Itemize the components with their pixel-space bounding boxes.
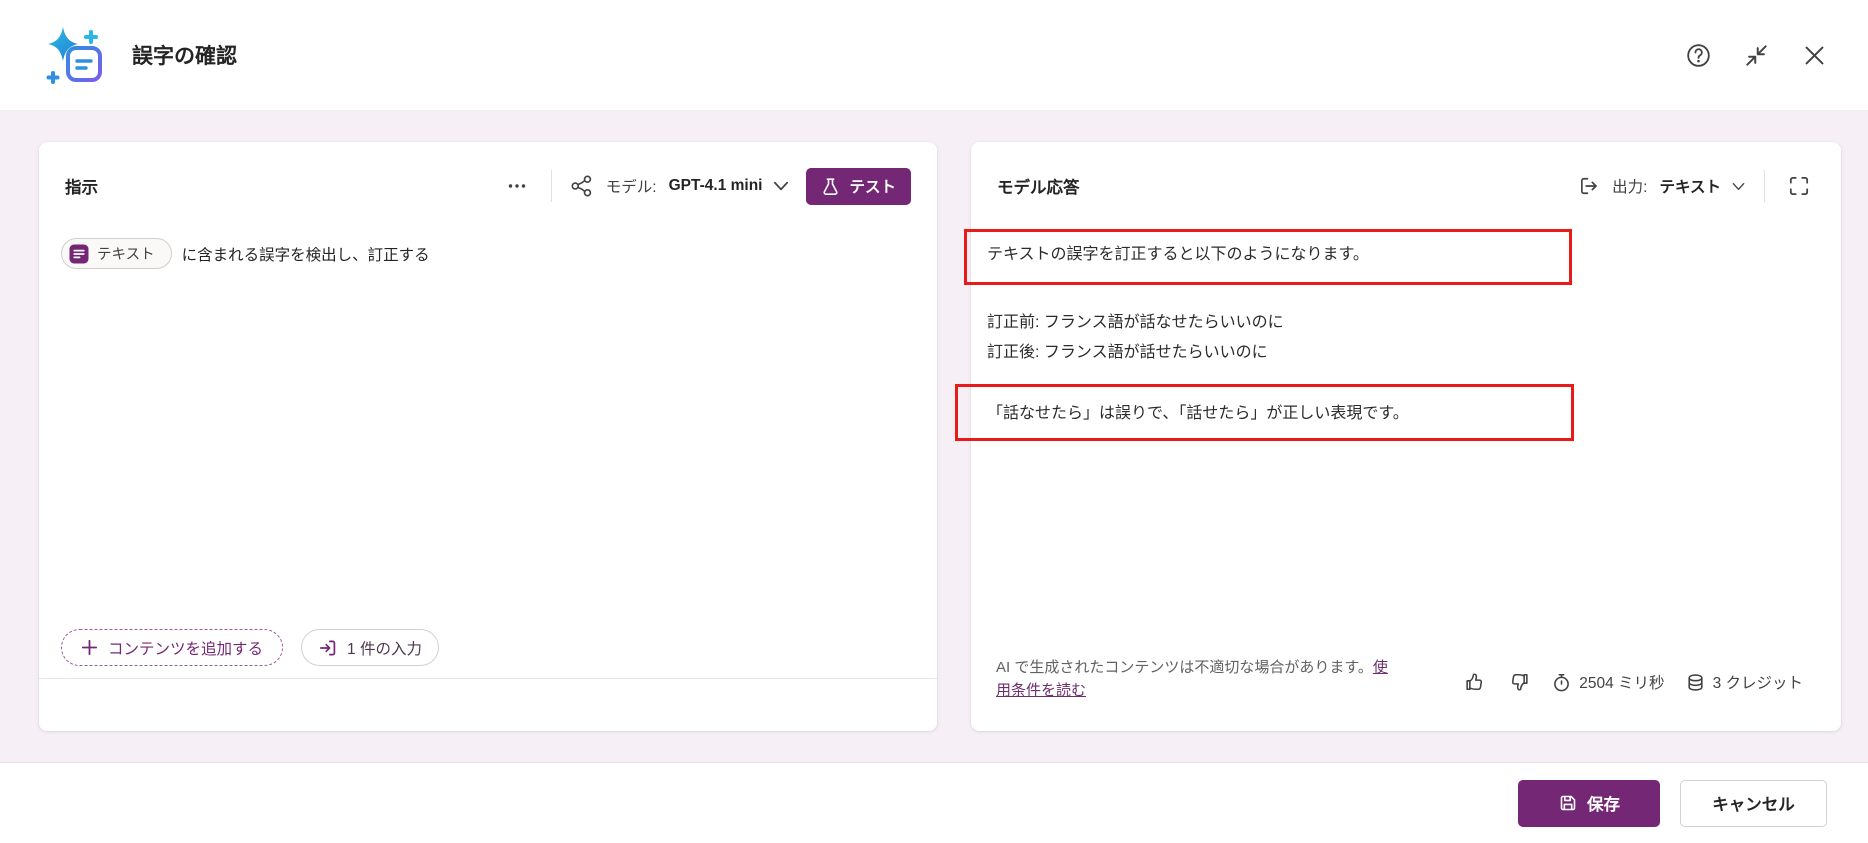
close-icon [1801,42,1828,69]
cancel-button[interactable]: キャンセル [1680,780,1827,827]
output-label: 出力: [1612,175,1647,197]
cancel-label: キャンセル [1712,796,1795,814]
collapse-icon [1743,42,1770,69]
instructions-panel: 指示 [39,142,937,731]
input-arrow-icon [318,638,338,658]
close-button[interactable] [1798,39,1830,71]
model-selector[interactable]: GPT-4.1 mini [669,177,791,195]
dialog-footer: 保存 キャンセル [0,762,1868,843]
chevron-down-icon [1731,179,1746,194]
model-value: GPT-4.1 mini [669,177,763,195]
thumbs-up-button[interactable] [1463,670,1487,694]
credits-value: 3 クレジット [1713,671,1803,693]
thumbs-up-icon [1464,671,1486,693]
more-icon [506,175,528,197]
model-flow-icon [570,174,594,198]
thumbs-down-icon [1508,671,1530,693]
response-header: モデル応答 出力: テキスト [971,142,1841,204]
response-stats: 2504 ミリ秒 3 クレジット [1463,670,1803,694]
model-label: モデル: [606,175,657,197]
divider [551,170,552,202]
disclaimer-text: AI で生成されたコンテンツは不適切な場合があります。 [996,659,1373,676]
text-document-icon [69,244,89,264]
stopwatch-icon [1551,672,1572,693]
dialog-title: 誤字の確認 [132,40,237,70]
instructions-header: 指示 [39,142,937,204]
flask-icon [821,177,840,196]
output-type-selector[interactable]: テキスト [1659,175,1746,197]
instructions-toolbar: コンテンツを追加する 1 件の入力 [61,629,439,666]
help-icon [1685,42,1712,69]
instructions-title: 指示 [65,174,98,198]
save-button[interactable]: 保存 [1518,780,1660,827]
output-icon [1578,175,1600,197]
divider [1764,170,1765,202]
token-label: テキスト [97,243,155,264]
credits-stat: 3 クレジット [1685,671,1803,693]
test-button-label: テスト [849,175,896,197]
model-response-panel: モデル応答 出力: テキスト [971,142,1841,731]
divider [39,678,937,679]
help-button[interactable] [1682,39,1714,71]
more-options-button[interactable] [501,170,533,202]
plus-icon [81,639,98,656]
output-value: テキスト [1659,175,1721,197]
prompt-text[interactable]: に含まれる誤字を検出し、訂正する [182,243,430,265]
prompt-builder-dialog: 誤字の確認 [0,0,1868,843]
dialog-header: 誤字の確認 [0,0,1868,110]
test-button[interactable]: テスト [806,168,911,205]
response-explanation: 「話なせたら」は誤りで、「話せたら」が正しい表現です。 [987,399,1821,423]
input-count-button[interactable]: 1 件の入力 [301,629,439,666]
ai-disclaimer: AI で生成されたコンテンツは不適切な場合があります。使用条件を読む [996,656,1390,702]
response-after: 訂正後: フランス語が話せたらいいのに [987,338,1821,362]
ai-prompt-icon [44,24,106,86]
response-intro: テキストの誤字を訂正すると以下のようになります。 [987,240,1821,264]
save-icon [1558,793,1578,813]
input-count-label: 1 件の入力 [347,637,422,659]
add-content-label: コンテンツを追加する [108,637,263,659]
titlebar-actions [1682,39,1830,71]
latency-stat: 2504 ミリ秒 [1551,671,1664,693]
prompt-editor[interactable]: テキスト に含まれる誤字を検出し、訂正する [61,238,911,269]
expand-icon [1787,174,1811,198]
response-before: 訂正前: フランス語が話なせたらいいのに [987,308,1821,332]
expand-button[interactable] [1783,170,1815,202]
thumbs-down-button[interactable] [1507,670,1531,694]
credits-icon [1685,672,1706,693]
text-input-token[interactable]: テキスト [61,238,172,269]
collapse-button[interactable] [1740,39,1772,71]
response-title: モデル応答 [997,174,1080,198]
add-content-button[interactable]: コンテンツを追加する [61,629,283,666]
latency-value: 2504 ミリ秒 [1579,671,1664,693]
save-label: 保存 [1587,791,1620,815]
chevron-down-icon [772,177,790,195]
